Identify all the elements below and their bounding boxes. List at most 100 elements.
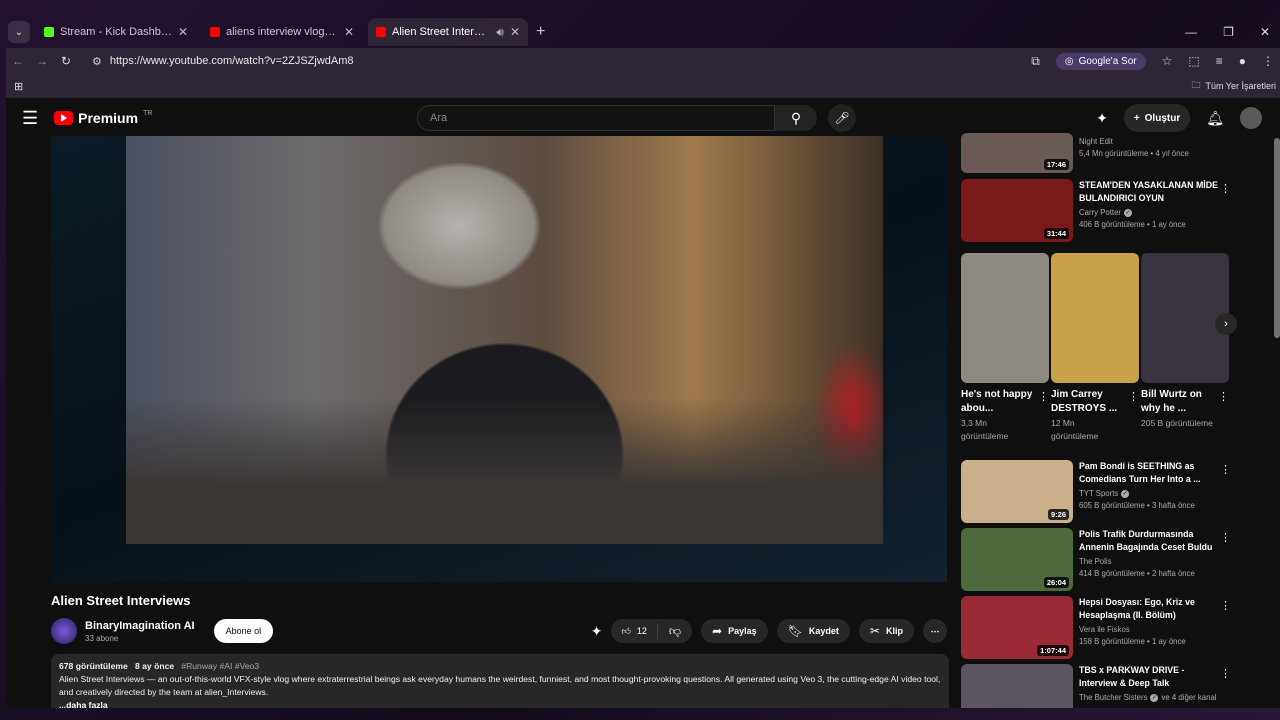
channel-name[interactable]: Vera ile Fiskos (1079, 625, 1130, 634)
browser-menu-icon[interactable]: ⋮ (1262, 54, 1274, 68)
tab-search-icon[interactable]: ⌄ (8, 21, 30, 43)
channel-name[interactable]: Carry Potter (1079, 208, 1121, 217)
short-item[interactable]: He's not happy abou... 3,3 Mn görüntülem… (961, 253, 1049, 443)
media-icon[interactable]: ≡ (1216, 54, 1223, 68)
video-info: Hepsi Dosyası: Ego, Kriz ve Hesaplaşma (… (1079, 596, 1219, 659)
youtube-favicon-icon (376, 27, 386, 37)
video-info: STEAM'DEN YASAKLANAN MİDE BULANDIRICI OY… (1079, 179, 1219, 242)
bookmark-star-icon[interactable]: ☆ (1162, 54, 1173, 68)
forward-icon[interactable]: → (30, 54, 54, 68)
install-app-icon[interactable]: ⧉ (1031, 54, 1040, 69)
tab-kick-dashboard[interactable]: Stream - Kick Dashboard ✕ (36, 18, 196, 46)
restore-icon[interactable]: ❐ (1223, 25, 1234, 39)
video-title[interactable]: STEAM'DEN YASAKLANAN MİDE BULANDIRICI OY… (1079, 179, 1219, 205)
ask-gemini-icon[interactable]: ✦ (1096, 110, 1108, 127)
tab-aliens-vlog[interactable]: aliens interview vlog - YouTube ✕ (202, 18, 362, 46)
notifications-bell-icon[interactable]: 🔔︎ (1206, 110, 1224, 127)
apps-grid-icon[interactable]: ⊞ (14, 80, 23, 93)
more-actions-button[interactable]: ⋯ (923, 619, 947, 643)
short-thumbnail[interactable] (1051, 253, 1139, 383)
site-info-icon[interactable]: ⚙ (92, 55, 102, 68)
minimize-icon[interactable]: — (1185, 25, 1197, 39)
like-button[interactable]: 👍︎ 12 (611, 623, 658, 639)
description-text: Alien Street Interviews — an out-of-this… (59, 674, 941, 697)
more-options-icon[interactable]: ⋮ (1128, 390, 1139, 403)
ask-icon[interactable]: ✦ (591, 623, 603, 640)
save-button[interactable]: 🔖︎ Kaydet (776, 619, 850, 643)
shorts-next-button[interactable]: › (1215, 313, 1237, 335)
channel-avatar[interactable] (51, 618, 77, 644)
list-item[interactable]: 9:26 Pam Bondi is SEETHING as Comedians … (961, 460, 1251, 523)
video-title[interactable]: TBS x PARKWAY DRIVE - Interview & Deep T… (1079, 664, 1219, 690)
avatar[interactable] (1240, 107, 1262, 129)
video-thumbnail[interactable] (961, 664, 1073, 708)
video-player[interactable] (51, 136, 947, 582)
list-item[interactable]: 1:07:44 Hepsi Dosyası: Ego, Kriz ve Hesa… (961, 596, 1251, 659)
channel-line: Vera ile Fiskos (1079, 625, 1219, 634)
more-options-icon[interactable]: ⋮ (1220, 531, 1231, 544)
more-options-icon[interactable]: ⋮ (1220, 463, 1231, 476)
new-tab-icon[interactable]: + (536, 23, 545, 41)
video-title[interactable]: Pam Bondi is SEETHING as Comedians Turn … (1079, 460, 1219, 486)
logo-text: Premium (78, 110, 139, 126)
google-ask-button[interactable]: ◎ Google'a Sor (1055, 52, 1146, 70)
mic-icon: 🎤︎ (834, 111, 850, 125)
channel-name[interactable]: The Polis (1079, 557, 1112, 566)
menu-icon[interactable]: ☰ (22, 108, 38, 129)
tab-close-icon[interactable]: ✕ (344, 25, 354, 39)
short-item[interactable]: Bill Wurtz on why he ... 205 B görüntüle… (1141, 253, 1229, 430)
list-item[interactable]: TBS x PARKWAY DRIVE - Interview & Deep T… (961, 664, 1251, 708)
more-options-icon[interactable]: ⋮ (1220, 667, 1231, 680)
window-close-icon[interactable]: ✕ (1260, 25, 1270, 39)
reload-icon[interactable]: ↻ (54, 54, 78, 68)
list-item[interactable]: 31:44 STEAM'DEN YASAKLANAN MİDE BULANDIR… (961, 179, 1251, 242)
all-bookmarks-button[interactable]: 🗀︎ Tüm Yer İşaretleri (1191, 78, 1276, 94)
tab-close-icon[interactable]: ✕ (510, 25, 520, 39)
video-views: 158 B görüntüleme • 1 ay önce (1079, 637, 1186, 646)
create-button[interactable]: + Oluştur (1123, 104, 1191, 132)
list-item[interactable]: 17:46 Night Edit 5,4 Mn görüntüleme • 4 … (961, 133, 1251, 173)
youtube-favicon-icon (210, 27, 220, 37)
hashtags[interactable]: #Runway #AI #Veo3 (181, 661, 259, 671)
video-thumbnail[interactable]: 9:26 (961, 460, 1073, 523)
address-bar[interactable]: ⚙ https://www.youtube.com/watch?v=2ZJSZj… (84, 49, 1024, 73)
youtube-logo[interactable]: Premium TR (54, 110, 152, 126)
video-thumbnail[interactable]: 1:07:44 (961, 596, 1073, 659)
video-thumbnail[interactable]: 26:04 (961, 528, 1073, 591)
more-options-icon[interactable]: ⋮ (1220, 599, 1231, 612)
search-button[interactable]: ⚲ (775, 105, 817, 131)
subscribe-button[interactable]: Abone ol (213, 619, 274, 643)
short-thumbnail[interactable] (961, 253, 1049, 383)
channel-name[interactable]: BinaryImagination AI (85, 620, 195, 632)
show-more-link[interactable]: ...daha fazla (59, 699, 941, 708)
channel-name[interactable]: Night Edit (1079, 137, 1219, 146)
channel-name[interactable]: The Butcher Sisters (1079, 693, 1147, 702)
video-thumbnail[interactable]: 17:46 (961, 133, 1073, 173)
list-item[interactable]: 26:04 Polis Trafik Durdurmasında Annenin… (961, 528, 1251, 591)
description-box[interactable]: 678 görüntüleme 8 ay önce #Runway #AI #V… (51, 654, 949, 708)
more-options-icon[interactable]: ⋮ (1038, 390, 1049, 403)
speaker-icon[interactable]: 🔊︎ (496, 25, 504, 40)
other-channels: ve 4 diğer kanal (1161, 693, 1217, 702)
video-title[interactable]: Hepsi Dosyası: Ego, Kriz ve Hesaplaşma (… (1079, 596, 1219, 622)
video-title[interactable]: Polis Trafik Durdurmasında Annenin Bagaj… (1079, 528, 1219, 554)
scrollbar[interactable] (1274, 138, 1280, 338)
tab-alien-street-interviews[interactable]: Alien Street Interviews - YouTube 🔊︎ ✕ (368, 18, 528, 46)
more-options-icon[interactable]: ⋮ (1220, 182, 1231, 195)
share-button[interactable]: ➦ Paylaş (701, 619, 768, 643)
voice-search-button[interactable]: 🎤︎ (828, 104, 856, 132)
duration-badge: 17:46 (1043, 159, 1069, 170)
short-item[interactable]: Jim Carrey DESTROYS ... 12 Mn görüntülem… (1051, 253, 1139, 443)
search-input[interactable]: Ara (417, 105, 775, 131)
back-icon[interactable]: ← (6, 54, 30, 68)
channel-name[interactable]: TYT Sports (1079, 489, 1118, 498)
video-thumbnail[interactable]: 31:44 (961, 179, 1073, 242)
profile-icon[interactable]: ● (1239, 54, 1246, 68)
extensions-icon[interactable]: ⬚ (1188, 54, 1199, 68)
tab-close-icon[interactable]: ✕ (178, 25, 188, 39)
plus-icon: + (1133, 112, 1140, 124)
more-options-icon[interactable]: ⋮ (1218, 390, 1229, 403)
clip-button[interactable]: ✂ Klip (858, 619, 914, 643)
dislike-button[interactable]: 👎︎ (658, 624, 692, 639)
tab-title: aliens interview vlog - YouTube (226, 26, 338, 38)
